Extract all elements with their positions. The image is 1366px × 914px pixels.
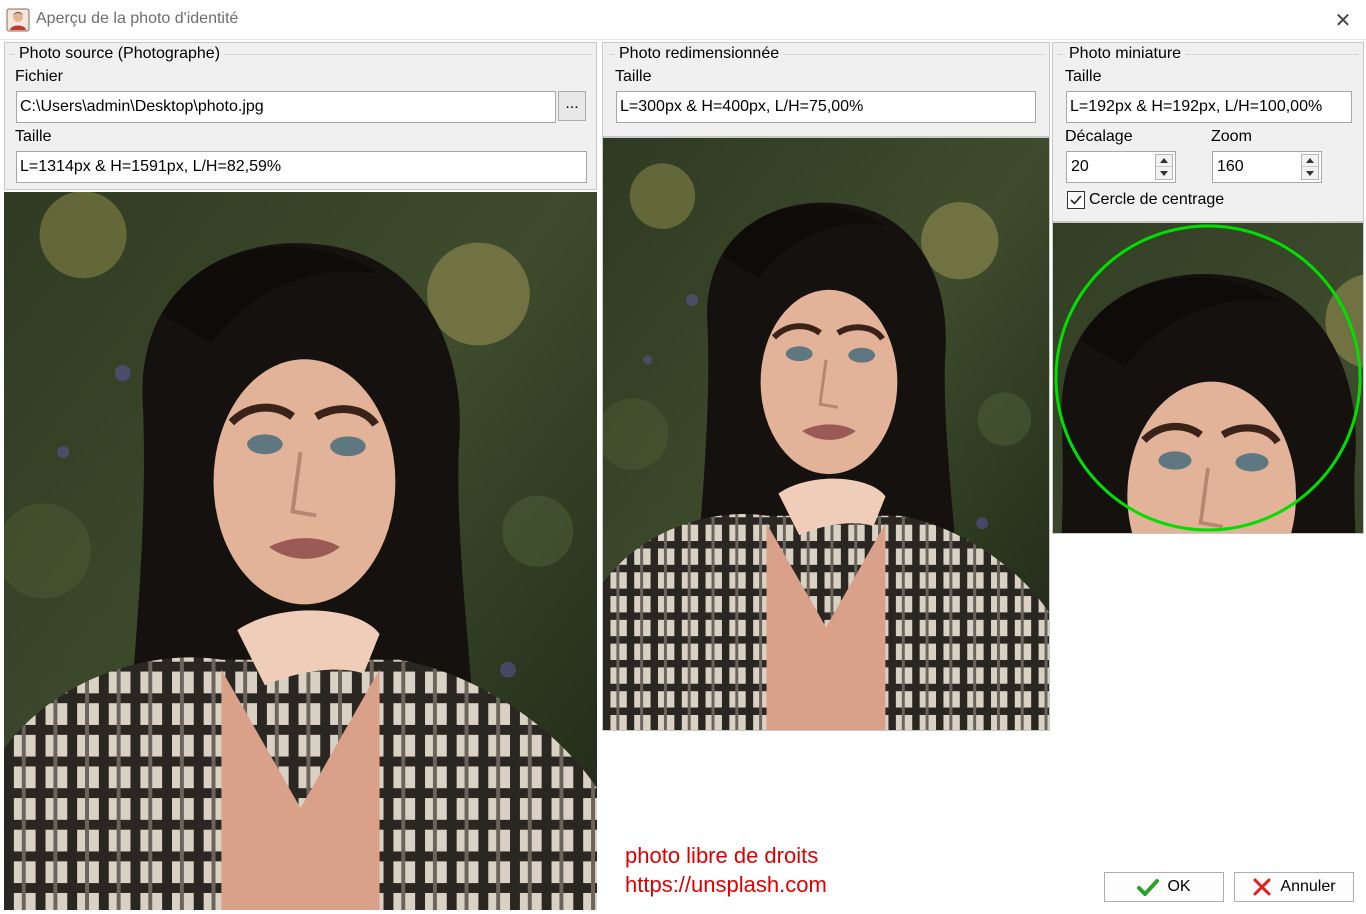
center-circle-checkbox[interactable] — [1067, 191, 1085, 209]
resized-photo — [602, 137, 1050, 731]
close-icon: ✕ — [1334, 9, 1352, 32]
offset-label: Décalage — [1065, 128, 1133, 145]
browse-button[interactable]: ... — [558, 91, 586, 121]
checkmark-icon — [1070, 195, 1082, 205]
offset-spin-buttons[interactable] — [1155, 154, 1173, 180]
resized-size-label: Taille — [615, 68, 652, 85]
cross-icon — [1253, 878, 1271, 896]
source-panel-legend: Photo source (Photographe) — [15, 44, 225, 64]
zoom-label: Zoom — [1211, 128, 1252, 145]
thumbnail-panel: Photo miniature Taille L=192px & H=192px… — [1052, 42, 1364, 222]
thumbnail-panel-legend: Photo miniature — [1065, 44, 1186, 64]
resized-size-field[interactable]: L=300px & H=400px, L/H=75,00% — [616, 91, 1036, 123]
title-bar: Aperçu de la photo d'identité ✕ — [0, 0, 1366, 40]
zoom-spin-buttons[interactable] — [1301, 154, 1319, 180]
spin-up-icon[interactable] — [1156, 155, 1172, 167]
source-size-field[interactable]: L=1314px & H=1591px, L/H=82,59% — [16, 151, 587, 183]
ok-button[interactable]: OK — [1104, 872, 1224, 902]
offset-spinner[interactable]: 20 — [1066, 151, 1176, 183]
spin-down-icon[interactable] — [1302, 167, 1318, 179]
close-button[interactable]: ✕ — [1320, 0, 1366, 40]
spin-down-icon[interactable] — [1156, 167, 1172, 179]
file-label: Fichier — [15, 68, 64, 85]
source-photo-panel: Photo source (Photographe) Fichier C:\Us… — [4, 42, 597, 190]
watermark-line-1: photo libre de droits — [625, 843, 819, 868]
zoom-spinner[interactable]: 160 — [1212, 151, 1322, 183]
checkmark-icon — [1137, 879, 1160, 896]
watermark-link[interactable]: https://unsplash.com — [625, 870, 827, 899]
ok-label: OK — [1167, 878, 1191, 895]
thumbnail-photo — [1052, 222, 1364, 534]
zoom-value: 160 — [1217, 158, 1244, 175]
thumbnail-size-field[interactable]: L=192px & H=192px, L/H=100,00% — [1066, 91, 1352, 123]
thumbnail-size-label: Taille — [1065, 68, 1102, 85]
window-title: Aperçu de la photo d'identité — [36, 10, 239, 27]
offset-value: 20 — [1071, 158, 1089, 175]
file-path-field[interactable]: C:\Users\admin\Desktop\photo.jpg — [16, 91, 556, 123]
resized-panel-legend: Photo redimensionnée — [615, 44, 784, 64]
cancel-button[interactable]: Annuler — [1234, 872, 1354, 902]
cancel-label: Annuler — [1280, 878, 1336, 895]
center-circle-label[interactable]: Cercle de centrage — [1089, 190, 1224, 210]
source-photo — [4, 192, 597, 910]
spin-up-icon[interactable] — [1302, 155, 1318, 167]
user-portrait-icon — [6, 8, 30, 32]
source-size-label: Taille — [15, 128, 52, 145]
resized-photo-panel: Photo redimensionnée Taille L=300px & H=… — [602, 42, 1050, 137]
